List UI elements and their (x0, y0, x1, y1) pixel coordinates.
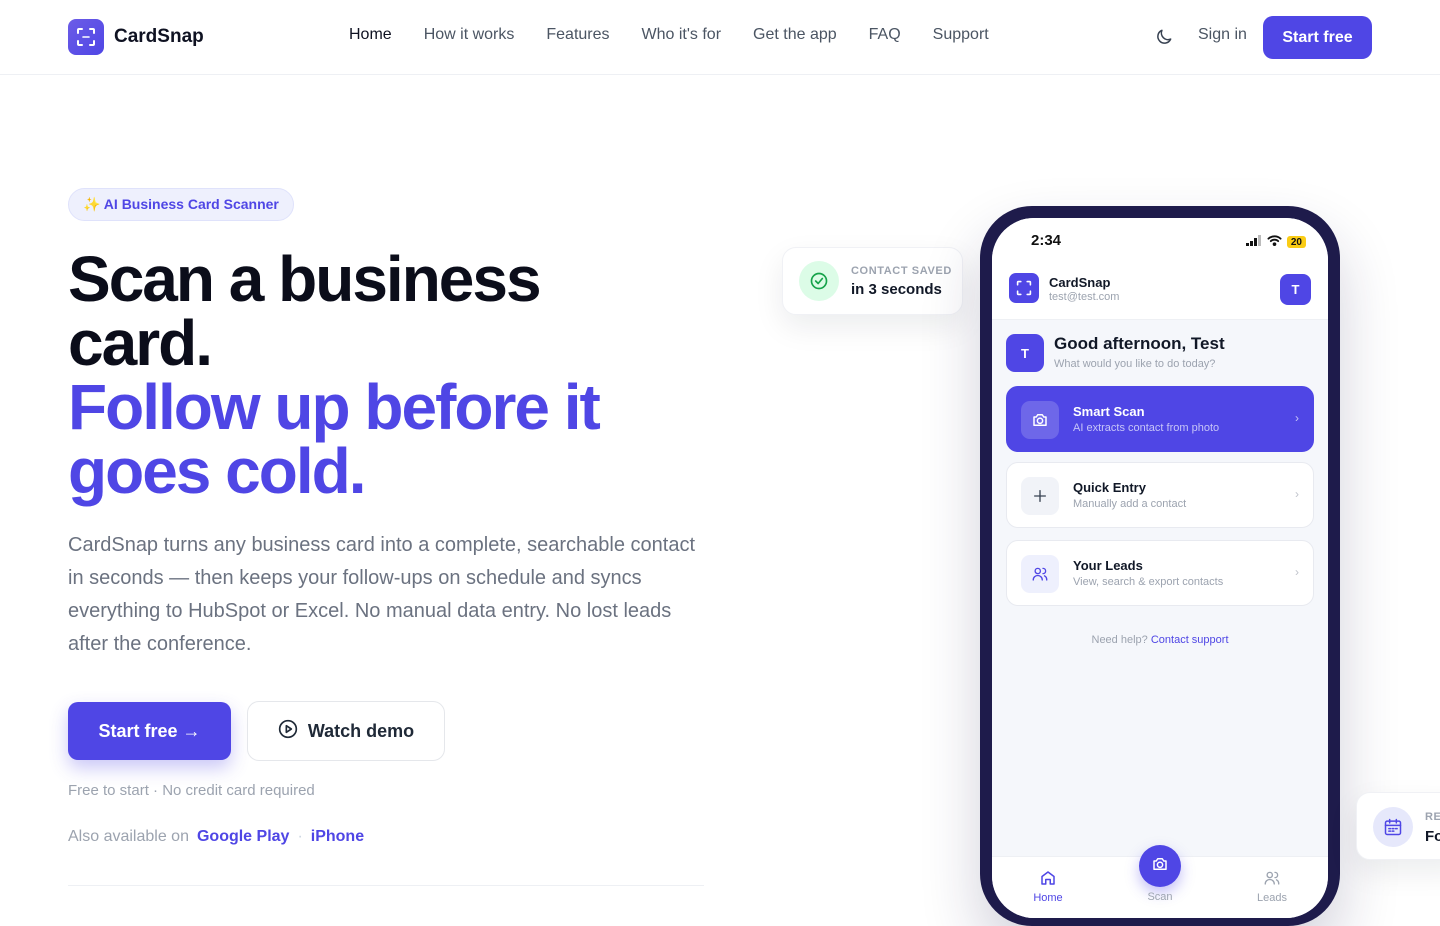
chevron-right-icon: › (1295, 565, 1299, 579)
watch-demo-label: Watch demo (307, 720, 415, 741)
scan-frame-icon (1009, 273, 1039, 303)
nav-link-features[interactable]: Features (546, 26, 609, 44)
nav-link-how-it-works[interactable]: How it works (424, 26, 515, 44)
start-free-nav-button[interactable]: Start free (1263, 16, 1372, 59)
card-title: Quick Entry (1073, 480, 1146, 495)
contact-saved-toast: CONTACT SAVED in 3 seconds (782, 247, 963, 315)
bottom-tab-bar: Home Scan Leads (992, 845, 1328, 918)
quick-entry-card[interactable]: Quick Entry Manually add a contact › (1006, 462, 1314, 528)
nav-link-support[interactable]: Support (933, 26, 989, 44)
scan-frame-icon (68, 19, 104, 55)
greeting-avatar: T (1006, 334, 1044, 372)
help-line: Need help? Contact support (992, 634, 1328, 646)
top-navigation: CardSnap Home How it works Features Who … (0, 0, 1440, 75)
users-icon (1263, 871, 1281, 890)
users-icon (1021, 555, 1059, 593)
smart-scan-card[interactable]: Smart Scan AI extracts contact from phot… (1006, 386, 1314, 452)
watch-demo-button[interactable]: Watch demo (247, 701, 445, 761)
scan-button[interactable] (1139, 845, 1181, 887)
your-leads-card[interactable]: Your Leads View, search & export contact… (1006, 540, 1314, 606)
tab-label: Home (1033, 892, 1063, 904)
home-icon (1039, 871, 1057, 890)
battery-indicator: 20 (1286, 236, 1306, 248)
hero-paragraph: CardSnap turns any business card into a … (68, 534, 696, 655)
sign-in-link[interactable]: Sign in (1198, 26, 1247, 44)
signup-note: Free to start · No credit card required (68, 782, 315, 799)
reminder-value: Fo (1425, 828, 1440, 845)
toast-label: CONTACT SAVED (851, 264, 952, 277)
camera-icon (1151, 855, 1169, 878)
user-email: test@test.com (1049, 291, 1120, 303)
toast-value: in 3 seconds (851, 280, 942, 298)
hero-badge: ✨ AI Business Card Scanner (68, 188, 294, 221)
reminder-label: RE (1425, 811, 1440, 823)
status-icons: 20 (1245, 233, 1306, 251)
headline-line-2: Follow up before it goes cold. (68, 371, 601, 507)
reminder-toast: RE Fo (1356, 792, 1440, 860)
card-title: Smart Scan (1073, 404, 1145, 419)
camera-icon (1021, 401, 1059, 439)
app-header: CardSnap test@test.com T (992, 264, 1328, 320)
nav-link-home[interactable]: Home (349, 26, 392, 44)
chevron-right-icon: › (1295, 411, 1299, 425)
tab-label: Leads (1257, 892, 1287, 904)
main-menu: Home How it works Features Who it's for … (349, 26, 989, 44)
wifi-icon (1267, 233, 1282, 251)
greeting-title: Good afternoon, Test (1054, 334, 1225, 353)
moon-icon[interactable] (1154, 27, 1174, 52)
nav-link-who-its-for[interactable]: Who it's for (642, 26, 722, 44)
help-text: Need help? (1091, 634, 1148, 646)
status-bar: 2:34 20 (992, 218, 1328, 264)
tab-home[interactable]: Home (1018, 869, 1078, 904)
plus-icon (1021, 477, 1059, 515)
status-time: 2:34 (1031, 232, 1062, 249)
tab-label-scan: Scan (1147, 891, 1173, 903)
greeting-subtitle: What would you like to do today? (1054, 358, 1216, 370)
nav-link-get-the-app[interactable]: Get the app (753, 26, 837, 44)
app-name: CardSnap (1049, 275, 1111, 290)
hero-headline: Scan a business card. Follow up before i… (68, 247, 688, 503)
card-subtitle: View, search & export contacts (1073, 576, 1224, 588)
calendar-icon (1373, 807, 1413, 847)
signal-icon (1245, 233, 1262, 251)
iphone-link[interactable]: iPhone (311, 828, 364, 846)
card-subtitle: AI extracts contact from photo (1073, 422, 1220, 434)
divider (68, 885, 704, 886)
availability-label: Also available on (68, 828, 189, 845)
card-title: Your Leads (1073, 558, 1143, 573)
tab-leads[interactable]: Leads (1242, 869, 1302, 904)
separator-dot: · (297, 828, 303, 845)
card-subtitle: Manually add a contact (1073, 498, 1187, 510)
avatar[interactable]: T (1280, 274, 1311, 305)
start-free-button[interactable]: Start free → (68, 702, 231, 760)
nav-link-faq[interactable]: FAQ (869, 26, 901, 44)
check-circle-icon (799, 261, 839, 301)
brand-name: CardSnap (114, 26, 204, 47)
chevron-right-icon: › (1295, 487, 1299, 501)
brand-logo-link[interactable]: CardSnap (68, 19, 204, 55)
play-circle-icon (278, 719, 298, 744)
phone-screen: 2:34 20 CardSnap test@test.com T T Good … (992, 218, 1328, 918)
phone-mockup: 2:34 20 CardSnap test@test.com T T Good … (980, 206, 1340, 926)
headline-line-1: Scan a business card. (68, 243, 542, 379)
availability-row: Also available on Google Play · iPhone (68, 828, 364, 846)
contact-support-link[interactable]: Contact support (1151, 634, 1229, 646)
google-play-link[interactable]: Google Play (197, 828, 289, 846)
